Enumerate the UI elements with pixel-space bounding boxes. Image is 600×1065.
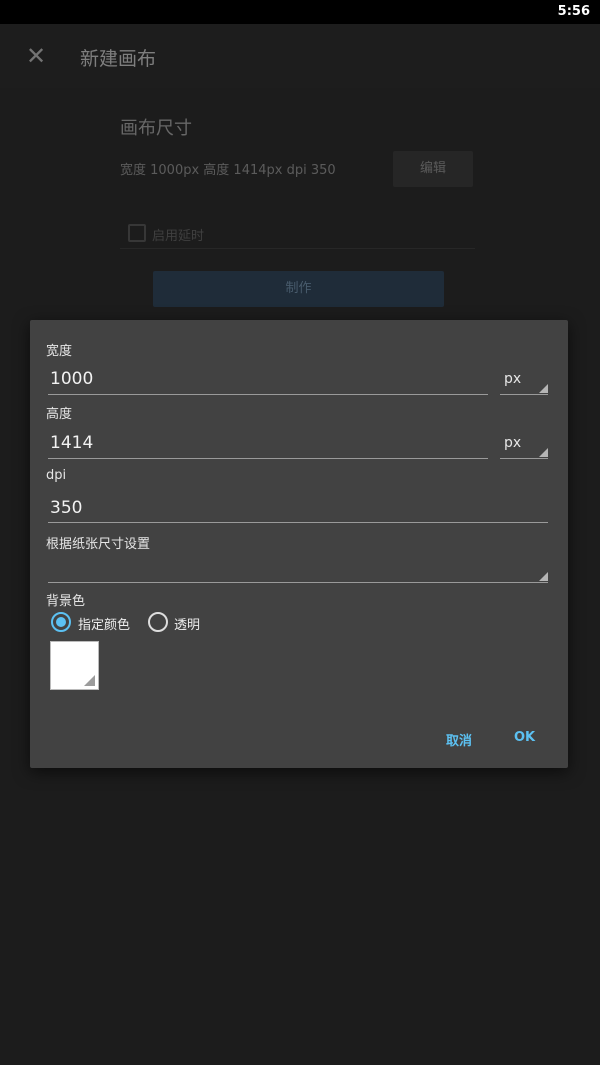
height-input-underline bbox=[48, 458, 488, 459]
width-unit-underline bbox=[500, 394, 548, 395]
status-time: 5:56 bbox=[557, 4, 590, 19]
chevron-down-icon bbox=[539, 384, 548, 393]
radio-transparent[interactable] bbox=[148, 612, 168, 632]
chevron-down-icon bbox=[539, 572, 548, 581]
new-canvas-dialog: 宽度 1000 px 高度 1414 px dpi 350 根据纸张尺寸设置 背… bbox=[30, 320, 568, 768]
dpi-input-underline bbox=[48, 522, 548, 523]
ok-button[interactable]: OK bbox=[514, 730, 535, 745]
width-unit-select[interactable]: px bbox=[504, 371, 521, 387]
height-input[interactable]: 1414 bbox=[50, 433, 93, 453]
corner-triangle-icon bbox=[84, 675, 95, 686]
height-unit-select[interactable]: px bbox=[504, 435, 521, 451]
width-input[interactable]: 1000 bbox=[50, 369, 93, 389]
color-swatch[interactable] bbox=[50, 641, 99, 690]
background-color-label: 背景色 bbox=[46, 594, 86, 609]
radio-transparent-label[interactable]: 透明 bbox=[174, 614, 200, 633]
paper-size-underline bbox=[48, 582, 548, 583]
dpi-input[interactable]: 350 bbox=[50, 498, 82, 518]
chevron-down-icon bbox=[539, 448, 548, 457]
cancel-button[interactable]: 取消 bbox=[446, 730, 472, 749]
height-label: 高度 bbox=[46, 407, 73, 422]
radio-specify-color-label[interactable]: 指定颜色 bbox=[78, 614, 130, 633]
status-bar: 5:56 bbox=[0, 0, 600, 24]
paper-size-label: 根据纸张尺寸设置 bbox=[46, 537, 151, 552]
width-label: 宽度 bbox=[46, 344, 73, 359]
radio-specify-color[interactable] bbox=[51, 612, 71, 632]
height-unit-underline bbox=[500, 458, 548, 459]
dpi-label: dpi bbox=[46, 468, 67, 483]
width-input-underline bbox=[48, 394, 488, 395]
